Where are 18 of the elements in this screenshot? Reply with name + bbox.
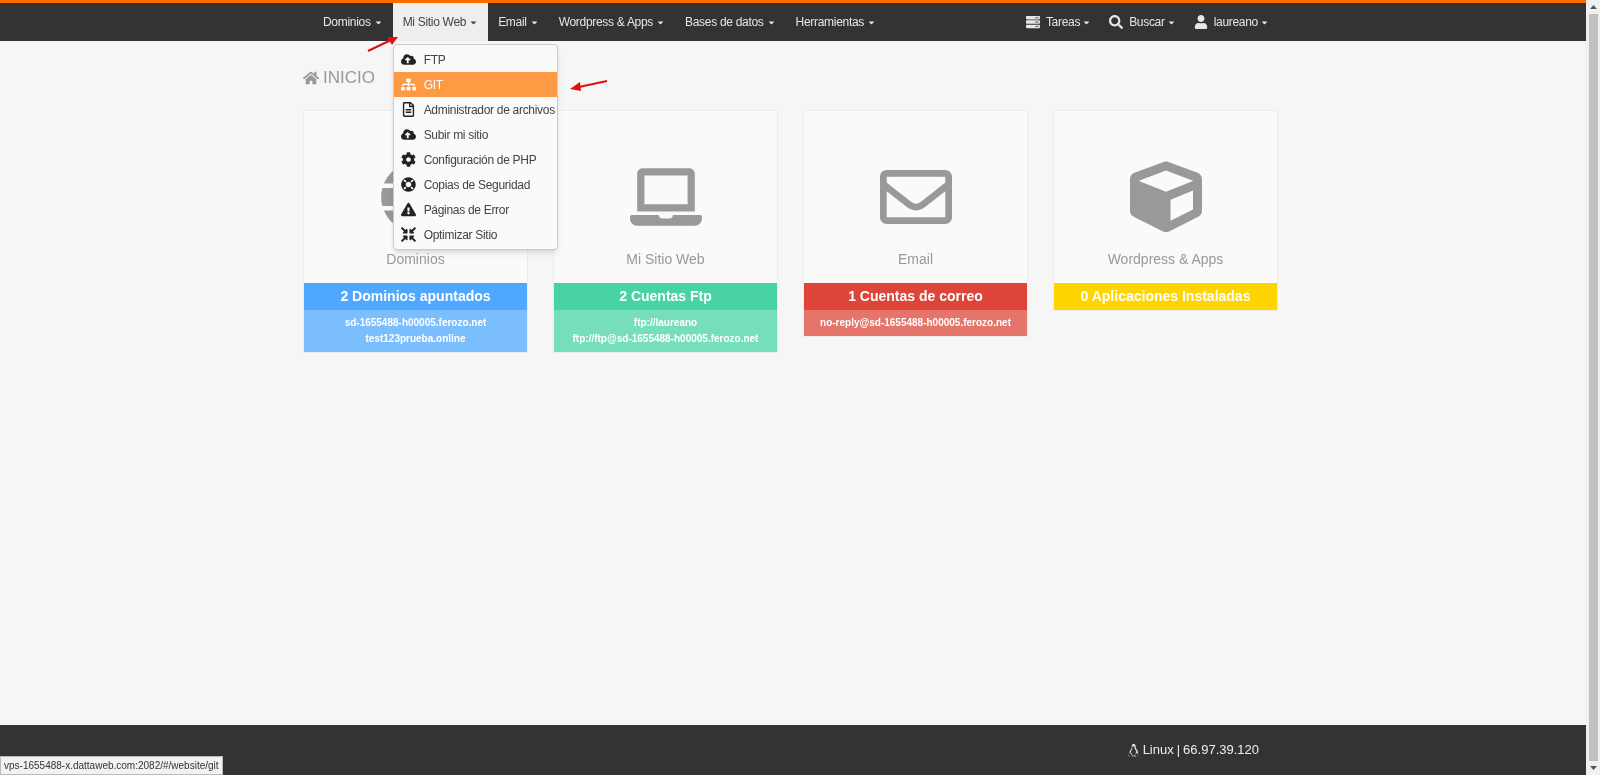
card-title: Wordpress & Apps bbox=[1107, 249, 1224, 269]
detail-text: no-reply@sd-1655488-h00005.ferozo.net bbox=[820, 315, 1011, 330]
card-title: Email bbox=[898, 249, 933, 269]
card-header: 2 Dominios apuntados bbox=[304, 282, 527, 310]
detail-text: test123prueba.online bbox=[365, 331, 466, 346]
os-label: Linux bbox=[1142, 741, 1174, 760]
detail-text: sd-1655488-h00005.ferozo.net bbox=[344, 315, 487, 330]
card-header: 2 Cuentas Ftp bbox=[554, 282, 777, 310]
detail-text: ftp://laureano bbox=[633, 315, 698, 330]
separator: | bbox=[1176, 741, 1181, 760]
status-url: vps-1655488-x.dattaweb.com:2082/#/website/git bbox=[0, 756, 223, 775]
ip-address: 66.97.39.120 bbox=[1183, 741, 1259, 760]
card-title: Mi Sitio Web bbox=[626, 249, 705, 269]
page-title: INICIO bbox=[323, 67, 375, 89]
card-header: 1 Cuentas de correo bbox=[804, 282, 1027, 310]
detail-text: ftp://ftp@sd-1655488-h00005.ferozo.net bbox=[572, 331, 759, 346]
card-title: Dominios bbox=[386, 249, 445, 269]
card-header: 0 Aplicaciones Instaladas bbox=[1054, 282, 1277, 310]
